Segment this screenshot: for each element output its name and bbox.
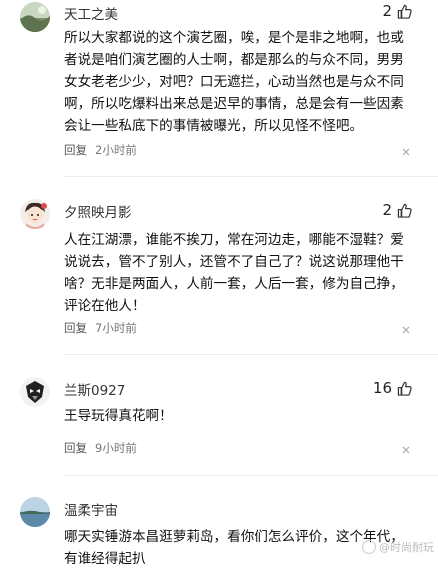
watermark-text: @时尚耐玩 (379, 541, 434, 554)
like-count: 2 (382, 2, 392, 20)
close-icon[interactable] (402, 148, 410, 156)
comment-text: 王导玩得真花啊！ (64, 408, 173, 424)
timestamp: 9小时前 (95, 441, 137, 455)
reply-button[interactable]: 回复 (64, 320, 87, 336)
close-icon[interactable] (402, 446, 410, 454)
avatar[interactable] (20, 497, 50, 527)
timestamp: 2小时前 (95, 143, 137, 157)
comment-meta: 回复 9小时前 (64, 440, 137, 456)
thumbs-up-icon (397, 203, 412, 218)
thumbs-up-icon (397, 4, 412, 19)
like-button[interactable]: 2 (382, 2, 412, 20)
comment-meta: 回复 7小时前 (64, 320, 137, 336)
divider (64, 176, 438, 177)
username[interactable]: 温柔宇宙 (64, 499, 118, 519)
avatar[interactable] (20, 377, 50, 407)
watermark-icon (362, 540, 376, 554)
like-count: 2 (382, 201, 392, 219)
like-button[interactable]: 16 (373, 379, 412, 397)
reply-button[interactable]: 回复 (64, 440, 87, 456)
timestamp: 7小时前 (95, 321, 137, 335)
watermark: @时尚耐玩 (362, 539, 434, 555)
username[interactable]: 兰斯0927 (64, 379, 125, 399)
like-count: 16 (372, 379, 392, 397)
reply-button[interactable]: 回复 (64, 142, 87, 158)
divider (64, 475, 438, 476)
thumbs-up-icon (397, 381, 412, 396)
avatar[interactable] (20, 199, 50, 229)
username[interactable]: 夕照映月影 (64, 201, 132, 221)
comment-text: 人在江湖漂，谁能不挨刀，常在河边走，哪能不湿鞋？爱说说去，管不了别人，还管不了自… (64, 232, 404, 314)
like-button[interactable]: 2 (382, 201, 412, 219)
username[interactable]: 天工之美 (64, 3, 118, 23)
comment-meta: 回复 2小时前 (64, 142, 137, 158)
close-icon[interactable] (402, 326, 410, 334)
divider (64, 354, 438, 355)
avatar[interactable] (20, 2, 50, 32)
comment-text: 所以大家都说的这个演艺圈，唉，是个是非之地啊，也或者说是咱们演艺圈的人士啊，都是… (64, 30, 404, 134)
